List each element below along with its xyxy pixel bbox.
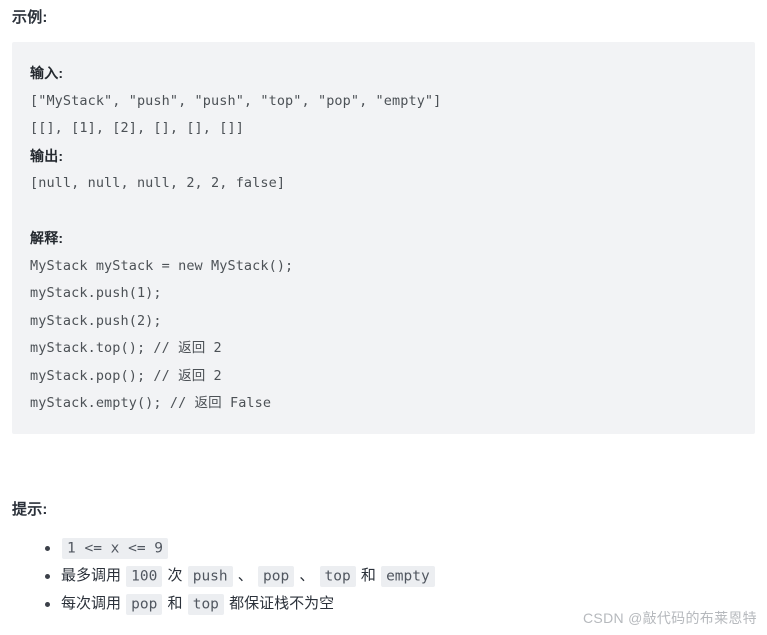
code-line: myStack.pop(); // 返回 2 xyxy=(30,367,222,384)
code-line: myStack.top(); // 返回 2 xyxy=(30,340,222,356)
hint-text-fragment: 、 xyxy=(233,567,257,584)
code-line: myStack.push(2); xyxy=(30,312,162,329)
inline-code-badge: top xyxy=(187,593,224,615)
csdn-watermark: CSDN @敲代码的布莱恩特 xyxy=(583,610,757,626)
hints-list: 1 <= x <= 9 最多调用 100 次 push 、 pop 、 top 和… xyxy=(30,534,730,618)
hint-list-item: 最多调用 100 次 push 、 pop 、 top 和 empty xyxy=(30,562,730,590)
code-label-line: 输出: xyxy=(30,147,64,164)
hint-text-fragment: 都保证栈不为空 xyxy=(224,595,335,612)
code-line: [null, null, null, 2, 2, false] xyxy=(30,175,286,191)
code-label-line: 解释: xyxy=(30,230,64,246)
inline-code-badge: top xyxy=(319,565,356,587)
code-line: [[], [1], [2], [], [], []] xyxy=(30,120,244,136)
hint-list-item: 1 <= x <= 9 xyxy=(30,534,730,562)
hint-text-fragment: 最多调用 xyxy=(61,567,126,584)
inline-code-badge: pop xyxy=(126,593,163,615)
code-line: myStack.push(1); xyxy=(30,285,162,301)
hints-section-heading: 提示: xyxy=(12,501,48,518)
problem-description-page: 示例: 输入: ["MyStack", "push", "push", "top"… xyxy=(0,0,767,635)
inline-code-badge: 100 xyxy=(126,565,163,587)
inline-code-badge: pop xyxy=(257,565,295,587)
code-line: myStack.empty(); // 返回 False xyxy=(30,395,272,411)
code-label-line: 输入: xyxy=(30,65,64,81)
code-line: ["MyStack", "push", "push", "top", "pop"… xyxy=(30,92,442,109)
inline-code-badge: push xyxy=(187,565,233,587)
hint-text-fragment: 每次调用 xyxy=(61,595,126,612)
example-section-heading: 示例: xyxy=(12,9,48,26)
example-code-block: 输入: ["MyStack", "push", "push", "top", "p… xyxy=(12,42,755,434)
code-line: MyStack myStack = new MyStack(); xyxy=(30,257,294,274)
hint-text-fragment: 和 xyxy=(356,567,381,584)
inline-code-badge: 1 <= x <= 9 xyxy=(62,537,169,559)
hint-text-fragment: 和 xyxy=(163,595,187,612)
hint-text-fragment: 、 xyxy=(295,567,319,584)
inline-code-badge: empty xyxy=(381,565,435,587)
hint-text-fragment: 次 xyxy=(163,567,187,584)
